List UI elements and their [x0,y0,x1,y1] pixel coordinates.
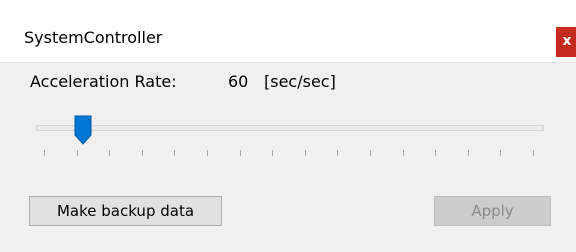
slider-tick [337,150,339,156]
window-title: SystemController [24,28,163,47]
apply-button[interactable]: Apply [434,196,551,226]
acceleration-rate-value: 60 [228,72,249,91]
slider-tick [44,150,45,156]
slider-tick [467,150,469,156]
slider-tick [207,150,208,156]
slider-tick [533,150,534,156]
make-backup-data-button[interactable]: Make backup data [29,196,222,226]
close-button[interactable]: x [556,27,576,57]
slider-track[interactable] [36,125,544,131]
title-bar[interactable]: SystemController x [0,0,576,63]
system-controller-window: SystemController x Acceleration Rate: 60… [0,0,576,252]
slider-tick [435,150,437,156]
acceleration-rate-unit: [sec/sec] [264,72,336,91]
close-icon: x [562,33,572,49]
slider-tick [402,150,404,156]
slider-thumb[interactable] [74,115,92,145]
acceleration-rate-label: Acceleration Rate: [30,72,177,91]
slider-ticks [0,150,576,158]
slider-tick [500,150,502,156]
slider-tick [239,150,241,156]
slider-tick [272,150,274,156]
slider-tick [370,150,371,156]
slider-tick [304,150,306,156]
slider-tick [76,150,78,156]
slider-tick [141,150,143,156]
slider-tick [109,150,111,156]
slider-tick [174,150,176,156]
